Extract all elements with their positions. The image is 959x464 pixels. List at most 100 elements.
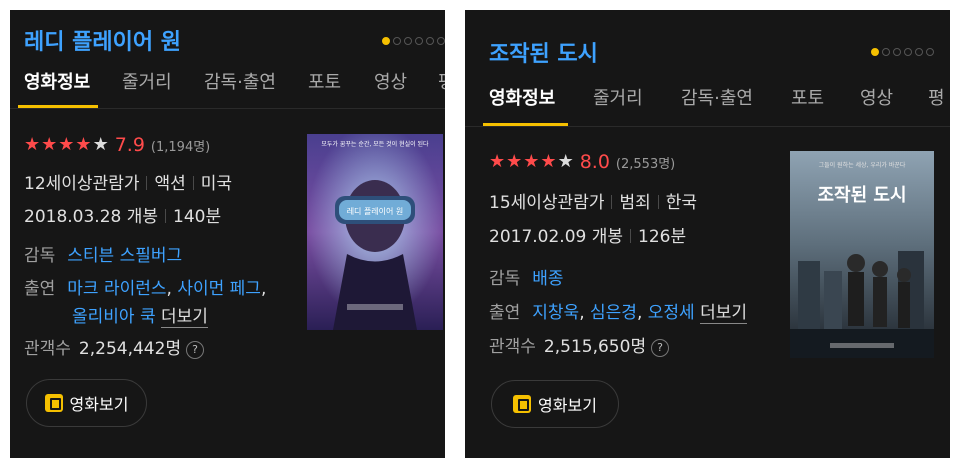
rating-stars: ★★★★★ [489, 152, 575, 172]
question-icon[interactable]: ? [186, 341, 205, 359]
audience-label: 관객수 [489, 337, 536, 357]
tab-video[interactable]: 영상 [374, 68, 407, 94]
pagination-dot[interactable] [893, 48, 901, 56]
pagination-dot[interactable] [382, 37, 390, 45]
pagination-dot[interactable] [904, 48, 912, 56]
tab-review[interactable]: 평 [928, 84, 945, 110]
divider [165, 209, 167, 223]
cast-link[interactable]: 심은경 [590, 303, 637, 323]
country: 한국 [665, 193, 698, 213]
movie-card: 조작된 도시 영화정보 줄거리 감독·출연 포토 영상 평 ★★★★★ 8.0 … [465, 10, 950, 458]
pagination-dot[interactable] [882, 48, 890, 56]
watch-label: 영화보기 [538, 396, 597, 415]
pagination-dot[interactable] [915, 48, 923, 56]
rating-count: (1,194명) [150, 139, 211, 155]
star-icon: ★ [24, 134, 41, 155]
genre: 액션 [154, 174, 186, 194]
watch-movie-button[interactable]: 영화보기 [26, 379, 147, 427]
divider [192, 176, 194, 190]
cast-link[interactable]: 오정세 [648, 303, 695, 323]
age-rating: 12세이상관람가 [24, 174, 140, 194]
cast-label: 출연 [489, 303, 521, 323]
tab-movie-info[interactable]: 영화정보 [489, 84, 555, 110]
star-icon: ★ [75, 134, 92, 155]
tab-synopsis[interactable]: 줄거리 [122, 68, 172, 94]
audience-row: 관객수 2,515,650명? [489, 332, 670, 357]
movie-card: 레디 플레이어 원 영화정보 줄거리 감독·출연 포토 영상 평 ★★★★★ 7… [10, 10, 445, 458]
more-link[interactable]: 더보기 [700, 303, 747, 324]
movie-title[interactable]: 조작된 도시 [489, 36, 598, 68]
movie-poster[interactable]: 모두가 꿈꾸는 순간, 모든 것이 현실이 된다 레디 플레이어 원 [307, 134, 443, 330]
audience-count: 2,515,650명 [543, 337, 647, 357]
cast-link[interactable]: 올리비아 쿡 [72, 307, 156, 327]
age-rating: 15세이상관람가 [489, 193, 605, 213]
star-icon: ★ [540, 151, 557, 172]
divider [146, 176, 148, 190]
pagination-dots[interactable] [871, 48, 934, 56]
watch-label: 영화보기 [69, 395, 129, 414]
pagination-dot[interactable] [393, 37, 401, 45]
star-icon: ★ [58, 134, 75, 155]
tab-movie-info[interactable]: 영화정보 [24, 68, 90, 94]
more-link[interactable]: 더보기 [161, 307, 208, 328]
pagination-dot[interactable] [415, 37, 423, 45]
release-date: 2017.02.09 개봉 [489, 227, 624, 247]
poster-tagline: 모두가 꿈꾸는 순간, 모든 것이 현실이 된다 [321, 140, 429, 148]
movie-poster[interactable]: 그들이 원하는 세상, 우리가 바꾼다 조작된 도시 [790, 151, 934, 358]
star-icon: ★ [41, 134, 58, 155]
star-icon: ★ [557, 151, 574, 172]
poster-title: 레디 플레이어 원 [347, 206, 404, 216]
star-icon: ★ [523, 151, 540, 172]
cast-row: 출연 마크 라이런스, 사이먼 페그, [24, 279, 267, 299]
play-icon [44, 394, 63, 412]
audience-row: 관객수 2,254,442명? [24, 334, 205, 359]
tab-director-cast[interactable]: 감독·출연 [681, 84, 753, 110]
rating-row: ★★★★★ 7.9 (1,194명) [24, 134, 210, 156]
star-icon: ★ [506, 151, 523, 172]
watch-movie-button[interactable]: 영화보기 [491, 380, 619, 428]
cast-link[interactable]: 지창욱 [532, 303, 579, 323]
divider [630, 229, 632, 243]
divider [611, 195, 613, 209]
tab-divider [10, 108, 445, 109]
poster-image: 모두가 꿈꾸는 순간, 모든 것이 현실이 된다 레디 플레이어 원 [307, 134, 443, 330]
release-row: 2018.03.28 개봉 140분 [24, 202, 221, 227]
star-icon: ★ [489, 151, 506, 172]
meta-row: 15세이상관람가 범죄 한국 [489, 188, 697, 213]
audience-label: 관객수 [24, 339, 71, 359]
pagination-dot[interactable] [437, 37, 445, 45]
director-label: 감독 [489, 269, 521, 289]
tab-director-cast[interactable]: 감독·출연 [204, 68, 276, 94]
pagination-dots[interactable] [382, 37, 445, 45]
rating-row: ★★★★★ 8.0 (2,553명) [489, 151, 675, 173]
audience-count: 2,254,442명 [78, 339, 182, 359]
tab-photo[interactable]: 포토 [791, 84, 824, 110]
meta-row: 12세이상관람가 액션 미국 [24, 169, 232, 194]
cast-row-cont: 올리비아 쿡 더보기 [72, 302, 208, 328]
rating-count: (2,553명) [615, 156, 676, 172]
tab-video[interactable]: 영상 [860, 84, 893, 110]
release-row: 2017.02.09 개봉 126분 [489, 222, 686, 247]
rating-value: 7.9 [114, 134, 145, 156]
cast-label: 출연 [24, 279, 56, 299]
pagination-dot[interactable] [404, 37, 412, 45]
runtime: 140분 [173, 207, 222, 227]
divider [657, 195, 659, 209]
director-link[interactable]: 스티븐 스필버그 [67, 246, 182, 266]
director-label: 감독 [24, 246, 56, 266]
cast-link[interactable]: 마크 라이런스 [67, 279, 166, 299]
question-icon[interactable]: ? [651, 339, 670, 357]
pagination-dot[interactable] [926, 48, 934, 56]
movie-title[interactable]: 레디 플레이어 원 [24, 24, 181, 56]
release-date: 2018.03.28 개봉 [24, 207, 159, 227]
cast-link[interactable]: 사이먼 페그 [177, 279, 261, 299]
pagination-dot[interactable] [426, 37, 434, 45]
pagination-dot[interactable] [871, 48, 879, 56]
director-link[interactable]: 배종 [532, 269, 563, 289]
poster-tagline: 그들이 원하는 세상, 우리가 바꾼다 [819, 161, 906, 169]
tab-synopsis[interactable]: 줄거리 [593, 84, 643, 110]
tab-review[interactable]: 평 [438, 68, 445, 94]
poster-title: 조작된 도시 [817, 185, 906, 206]
cast-row: 출연 지창욱, 심은경, 오정세 더보기 [489, 303, 747, 324]
tab-photo[interactable]: 포토 [308, 68, 341, 94]
